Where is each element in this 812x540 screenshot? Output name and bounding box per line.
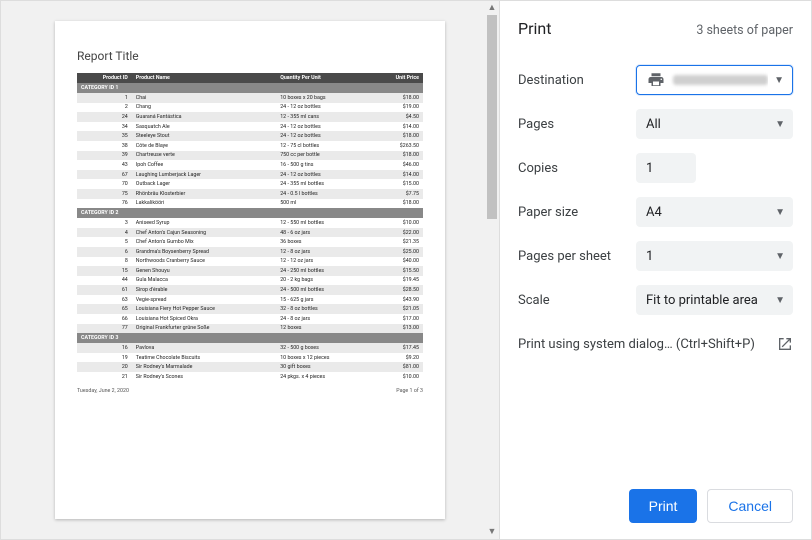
table-row: 39Chartreuse verte750 cc per bottle$18.0… xyxy=(77,151,423,161)
table-row: 16Pavlova32 - 500 g boxes$17.45 xyxy=(77,343,423,353)
sheets-summary: 3 sheets of paper xyxy=(696,23,793,38)
preview-scrollbar[interactable]: ▲ ▼ xyxy=(485,1,499,539)
scroll-thumb[interactable] xyxy=(487,15,497,219)
table-row: 76Lakkalikööri500 ml$18.00 xyxy=(77,199,423,209)
table-row: 75Rhönbräu Klosterbier24 - 0.5 l bottles… xyxy=(77,189,423,199)
destination-value xyxy=(673,75,768,85)
table-row: 21Sir Rodney's Scones24 pkgs. x 4 pieces… xyxy=(77,372,423,382)
table-row: 61Sirop d'érable24 - 500 ml bottles$28.5… xyxy=(77,285,423,295)
label-pages: Pages xyxy=(518,117,636,132)
chevron-down-icon: ▼ xyxy=(775,295,785,306)
footer-page: Page 1 of 3 xyxy=(396,388,423,394)
page-footer: Tuesday, June 2, 2020 Page 1 of 3 xyxy=(77,388,423,394)
paper-size-select[interactable]: A4 ▼ xyxy=(636,197,793,227)
preview-pane: Report Title Product ID Product Name Qua… xyxy=(1,1,499,539)
report-table: Product ID Product Name Quantity Per Uni… xyxy=(77,73,423,382)
scroll-up-arrow[interactable]: ▲ xyxy=(488,1,497,15)
label-scale: Scale xyxy=(518,293,636,308)
copies-input[interactable]: 1 xyxy=(636,153,696,183)
table-row: 3Aniseed Syrup12 - 550 ml bottles$10.00 xyxy=(77,218,423,228)
table-row: 4Chef Anton's Cajun Seasoning48 - 6 oz j… xyxy=(77,228,423,238)
col-product-id: Product ID xyxy=(77,73,132,83)
table-row: 1Chai10 boxes x 20 bags$18.00 xyxy=(77,93,423,103)
table-row: 5Chef Anton's Gumbo Mix36 boxes$21.35 xyxy=(77,237,423,247)
table-row: 67Laughing Lumberjack Lager24 - 12 oz bo… xyxy=(77,170,423,180)
cancel-button[interactable]: Cancel xyxy=(707,489,793,523)
table-row: 35Steeleye Stout24 - 12 oz bottles$18.00 xyxy=(77,131,423,141)
table-row: 63Vegie-spread15 - 625 g jars$43.90 xyxy=(77,295,423,305)
table-row: 43Ipoh Coffee16 - 500 g tins$46.00 xyxy=(77,160,423,170)
table-row: 20Sir Rodney's Marmalade30 gift boxes$81… xyxy=(77,362,423,372)
col-unit-price: Unit Price xyxy=(371,73,423,83)
pages-per-sheet-select[interactable]: 1 ▼ xyxy=(636,241,793,271)
table-row: 38Côte de Blaye12 - 75 cl bottles$263.50 xyxy=(77,141,423,151)
footer-date: Tuesday, June 2, 2020 xyxy=(77,388,129,394)
label-destination: Destination xyxy=(518,73,636,88)
table-row: 66Louisiana Hot Spiced Okra24 - 8 oz jar… xyxy=(77,314,423,324)
table-row: 24Guaraná Fantástica12 - 355 ml cans$4.5… xyxy=(77,112,423,122)
scale-select[interactable]: Fit to printable area ▼ xyxy=(636,285,793,315)
table-row: 15Genen Shouyu24 - 250 ml bottles$15.50 xyxy=(77,266,423,276)
table-row: 65Louisiana Fiery Hot Pepper Sauce32 - 8… xyxy=(77,304,423,314)
label-copies: Copies xyxy=(518,161,636,176)
chevron-down-icon: ▼ xyxy=(774,75,784,86)
open-external-icon xyxy=(777,336,793,352)
label-pages-per-sheet: Pages per sheet xyxy=(518,249,636,264)
table-row: 70Outback Lager24 - 355 ml bottles$15.00 xyxy=(77,179,423,189)
table-row: 8Northwoods Cranberry Sauce12 - 12 oz ja… xyxy=(77,257,423,267)
system-dialog-link[interactable]: Print using system dialog… (Ctrl+Shift+P… xyxy=(518,336,793,352)
pages-select[interactable]: All ▼ xyxy=(636,109,793,139)
category-row: CATEGORY ID 1 xyxy=(77,83,423,93)
table-row: 44Gula Malacca20 - 2 kg bags$19.45 xyxy=(77,276,423,286)
category-row: CATEGORY ID 2 xyxy=(77,208,423,218)
printer-icon xyxy=(647,71,665,89)
panel-title: Print xyxy=(518,19,551,38)
preview-page-1: Report Title Product ID Product Name Qua… xyxy=(55,21,445,519)
label-paper-size: Paper size xyxy=(518,205,636,220)
table-row: 2Chang24 - 12 oz bottles$19.00 xyxy=(77,103,423,113)
category-row: CATEGORY ID 3 xyxy=(77,333,423,343)
table-row: 19Teatime Chocolate Biscuits10 boxes x 1… xyxy=(77,353,423,363)
report-title: Report Title xyxy=(77,49,423,63)
table-row: 34Sasquatch Ale24 - 12 oz bottles$14.00 xyxy=(77,122,423,132)
chevron-down-icon: ▼ xyxy=(775,207,785,218)
table-row: 77Original Frankfurter grüne Soße12 boxe… xyxy=(77,324,423,334)
chevron-down-icon: ▼ xyxy=(775,251,785,262)
table-row: 6Grandma's Boysenberry Spread12 - 8 oz j… xyxy=(77,247,423,257)
col-product-name: Product Name xyxy=(132,73,276,83)
destination-select[interactable]: ▼ xyxy=(636,65,793,95)
print-button[interactable]: Print xyxy=(629,489,698,523)
scroll-down-arrow[interactable]: ▼ xyxy=(488,525,497,539)
col-qty-per-unit: Quantity Per Unit xyxy=(276,73,371,83)
print-panel: Print 3 sheets of paper Destination ▼ Pa… xyxy=(499,1,811,539)
chevron-down-icon: ▼ xyxy=(775,119,785,130)
